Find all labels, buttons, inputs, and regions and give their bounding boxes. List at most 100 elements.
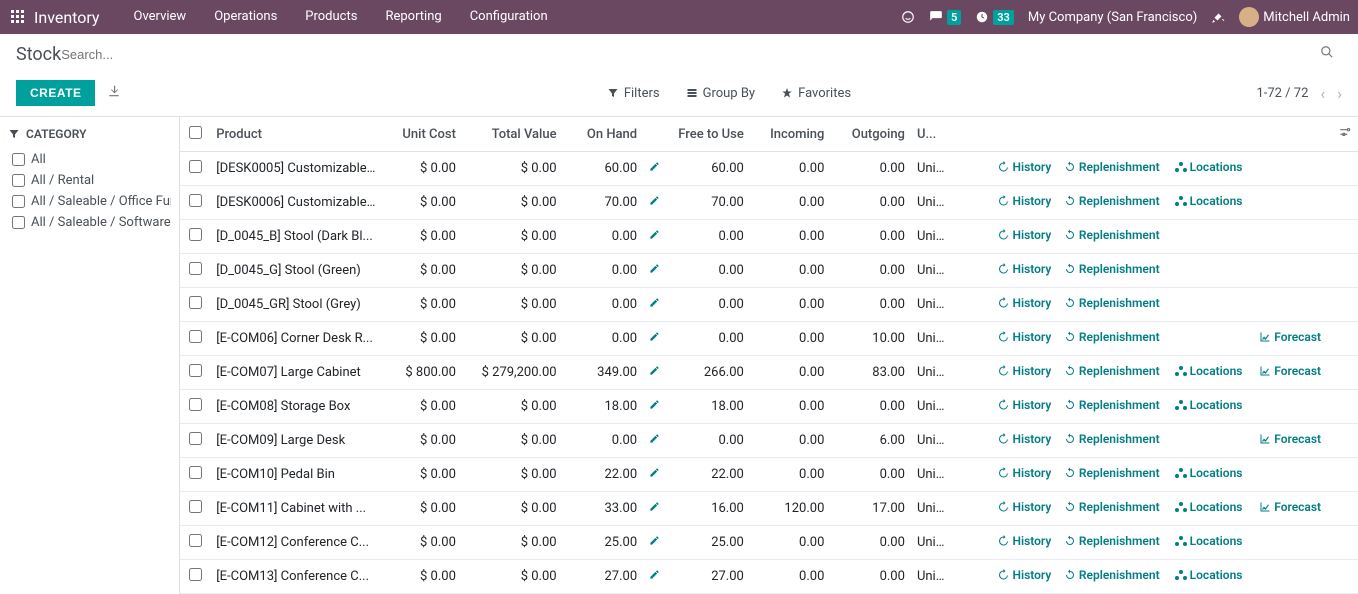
col-uom[interactable]: U... — [911, 117, 951, 152]
locations-button[interactable]: Locations — [1175, 534, 1243, 548]
row-checkbox[interactable] — [189, 194, 202, 207]
replenishment-button[interactable]: Replenishment — [1064, 534, 1160, 548]
row-checkbox[interactable] — [189, 534, 202, 547]
row-checkbox[interactable] — [189, 364, 202, 377]
table-row[interactable]: [E-COM13] Conference C...$ 0.00$ 0.0027.… — [180, 560, 1358, 594]
replenishment-button[interactable]: Replenishment — [1064, 398, 1160, 412]
history-button[interactable]: History — [997, 534, 1051, 548]
favorites-button[interactable]: Favorites — [781, 86, 851, 101]
replenishment-button[interactable]: Replenishment — [1064, 262, 1160, 276]
category-item[interactable]: All — [8, 149, 171, 170]
pager-next[interactable]: › — [1337, 84, 1342, 103]
module-name[interactable]: Inventory — [34, 8, 100, 27]
category-item[interactable]: All / Rental — [8, 170, 171, 191]
table-row[interactable]: [DESK0005] Customizable...$ 0.00$ 0.0060… — [180, 152, 1358, 186]
history-button[interactable]: History — [997, 228, 1051, 242]
history-button[interactable]: History — [997, 466, 1051, 480]
edit-onhand-icon[interactable] — [649, 263, 660, 277]
edit-onhand-icon[interactable] — [649, 195, 660, 209]
table-row[interactable]: [D_0045_B] Stool (Dark Bl...$ 0.00$ 0.00… — [180, 220, 1358, 254]
table-row[interactable]: [E-COM09] Large Desk$ 0.00$ 0.000.000.00… — [180, 424, 1358, 458]
row-checkbox[interactable] — [189, 432, 202, 445]
pager-prev[interactable]: ‹ — [1320, 84, 1325, 103]
locations-button[interactable]: Locations — [1175, 466, 1243, 480]
menu-item-configuration[interactable]: Configuration — [456, 0, 562, 34]
row-checkbox[interactable] — [189, 398, 202, 411]
col-incoming[interactable]: Incoming — [750, 117, 831, 152]
table-row[interactable]: [D_0045_G] Stool (Green)$ 0.00$ 0.000.00… — [180, 254, 1358, 288]
replenishment-button[interactable]: Replenishment — [1064, 466, 1160, 480]
row-checkbox[interactable] — [189, 330, 202, 343]
locations-button[interactable]: Locations — [1175, 500, 1243, 514]
col-on-hand[interactable]: On Hand — [563, 117, 644, 152]
row-checkbox[interactable] — [189, 262, 202, 275]
category-checkbox[interactable] — [12, 174, 25, 187]
table-row[interactable]: [E-COM12] Conference C...$ 0.00$ 0.0025.… — [180, 526, 1358, 560]
history-button[interactable]: History — [997, 330, 1051, 344]
history-button[interactable]: History — [997, 262, 1051, 276]
search-icon[interactable] — [1312, 45, 1342, 63]
select-all-checkbox[interactable] — [189, 126, 202, 139]
history-button[interactable]: History — [997, 364, 1051, 378]
row-checkbox[interactable] — [189, 228, 202, 241]
category-checkbox[interactable] — [12, 153, 25, 166]
filters-button[interactable]: Filters — [607, 86, 660, 101]
table-row[interactable]: [E-COM07] Large Cabinet$ 800.00$ 279,200… — [180, 356, 1358, 390]
locations-button[interactable]: Locations — [1175, 364, 1243, 378]
menu-item-products[interactable]: Products — [291, 0, 371, 34]
forecast-button[interactable]: Forecast — [1259, 364, 1321, 378]
messages-icon[interactable]: 5 — [929, 10, 961, 25]
apps-icon[interactable] — [8, 10, 28, 24]
history-button[interactable]: History — [997, 568, 1051, 582]
table-row[interactable]: [E-COM10] Pedal Bin$ 0.00$ 0.0022.0022.0… — [180, 458, 1358, 492]
edit-onhand-icon[interactable] — [649, 467, 660, 481]
forecast-button[interactable]: Forecast — [1259, 432, 1321, 446]
history-button[interactable]: History — [997, 296, 1051, 310]
edit-onhand-icon[interactable] — [649, 161, 660, 175]
edit-onhand-icon[interactable] — [649, 535, 660, 549]
edit-onhand-icon[interactable] — [649, 501, 660, 515]
row-checkbox[interactable] — [189, 160, 202, 173]
locations-button[interactable]: Locations — [1175, 160, 1243, 174]
replenishment-button[interactable]: Replenishment — [1064, 194, 1160, 208]
edit-onhand-icon[interactable] — [649, 297, 660, 311]
optional-columns-icon[interactable] — [1338, 128, 1352, 143]
category-checkbox[interactable] — [12, 216, 25, 229]
table-row[interactable]: [E-COM08] Storage Box$ 0.00$ 0.0018.0018… — [180, 390, 1358, 424]
category-item[interactable]: All / Saleable / Software — [8, 212, 171, 233]
col-unit-cost[interactable]: Unit Cost — [381, 117, 462, 152]
category-checkbox[interactable] — [12, 195, 25, 208]
replenishment-button[interactable]: Replenishment — [1064, 500, 1160, 514]
replenishment-button[interactable]: Replenishment — [1064, 160, 1160, 174]
edit-onhand-icon[interactable] — [649, 331, 660, 345]
menu-item-overview[interactable]: Overview — [120, 0, 201, 34]
row-checkbox[interactable] — [189, 296, 202, 309]
history-button[interactable]: History — [997, 398, 1051, 412]
edit-onhand-icon[interactable] — [649, 365, 660, 379]
groupby-button[interactable]: Group By — [686, 86, 756, 101]
replenishment-button[interactable]: Replenishment — [1064, 364, 1160, 378]
col-total-value[interactable]: Total Value — [462, 117, 563, 152]
table-row[interactable]: [DESK0006] Customizable...$ 0.00$ 0.0070… — [180, 186, 1358, 220]
edit-onhand-icon[interactable] — [649, 229, 660, 243]
export-icon[interactable] — [107, 84, 121, 102]
locations-button[interactable]: Locations — [1175, 194, 1243, 208]
pager-text[interactable]: 1-72 / 72 — [1256, 86, 1308, 101]
user-menu[interactable]: Mitchell Admin — [1239, 7, 1350, 27]
history-button[interactable]: History — [997, 160, 1051, 174]
create-button[interactable]: CREATE — [16, 80, 95, 106]
menu-item-operations[interactable]: Operations — [200, 0, 291, 34]
replenishment-button[interactable]: Replenishment — [1064, 330, 1160, 344]
edit-onhand-icon[interactable] — [649, 569, 660, 583]
row-checkbox[interactable] — [189, 568, 202, 581]
replenishment-button[interactable]: Replenishment — [1064, 432, 1160, 446]
row-checkbox[interactable] — [189, 500, 202, 513]
replenishment-button[interactable]: Replenishment — [1064, 228, 1160, 242]
edit-onhand-icon[interactable] — [649, 433, 660, 447]
table-row[interactable]: [D_0045_GR] Stool (Grey)$ 0.00$ 0.000.00… — [180, 288, 1358, 322]
history-button[interactable]: History — [997, 432, 1051, 446]
forecast-button[interactable]: Forecast — [1259, 500, 1321, 514]
support-icon[interactable] — [901, 10, 915, 24]
col-free[interactable]: Free to Use — [669, 117, 750, 152]
locations-button[interactable]: Locations — [1175, 398, 1243, 412]
